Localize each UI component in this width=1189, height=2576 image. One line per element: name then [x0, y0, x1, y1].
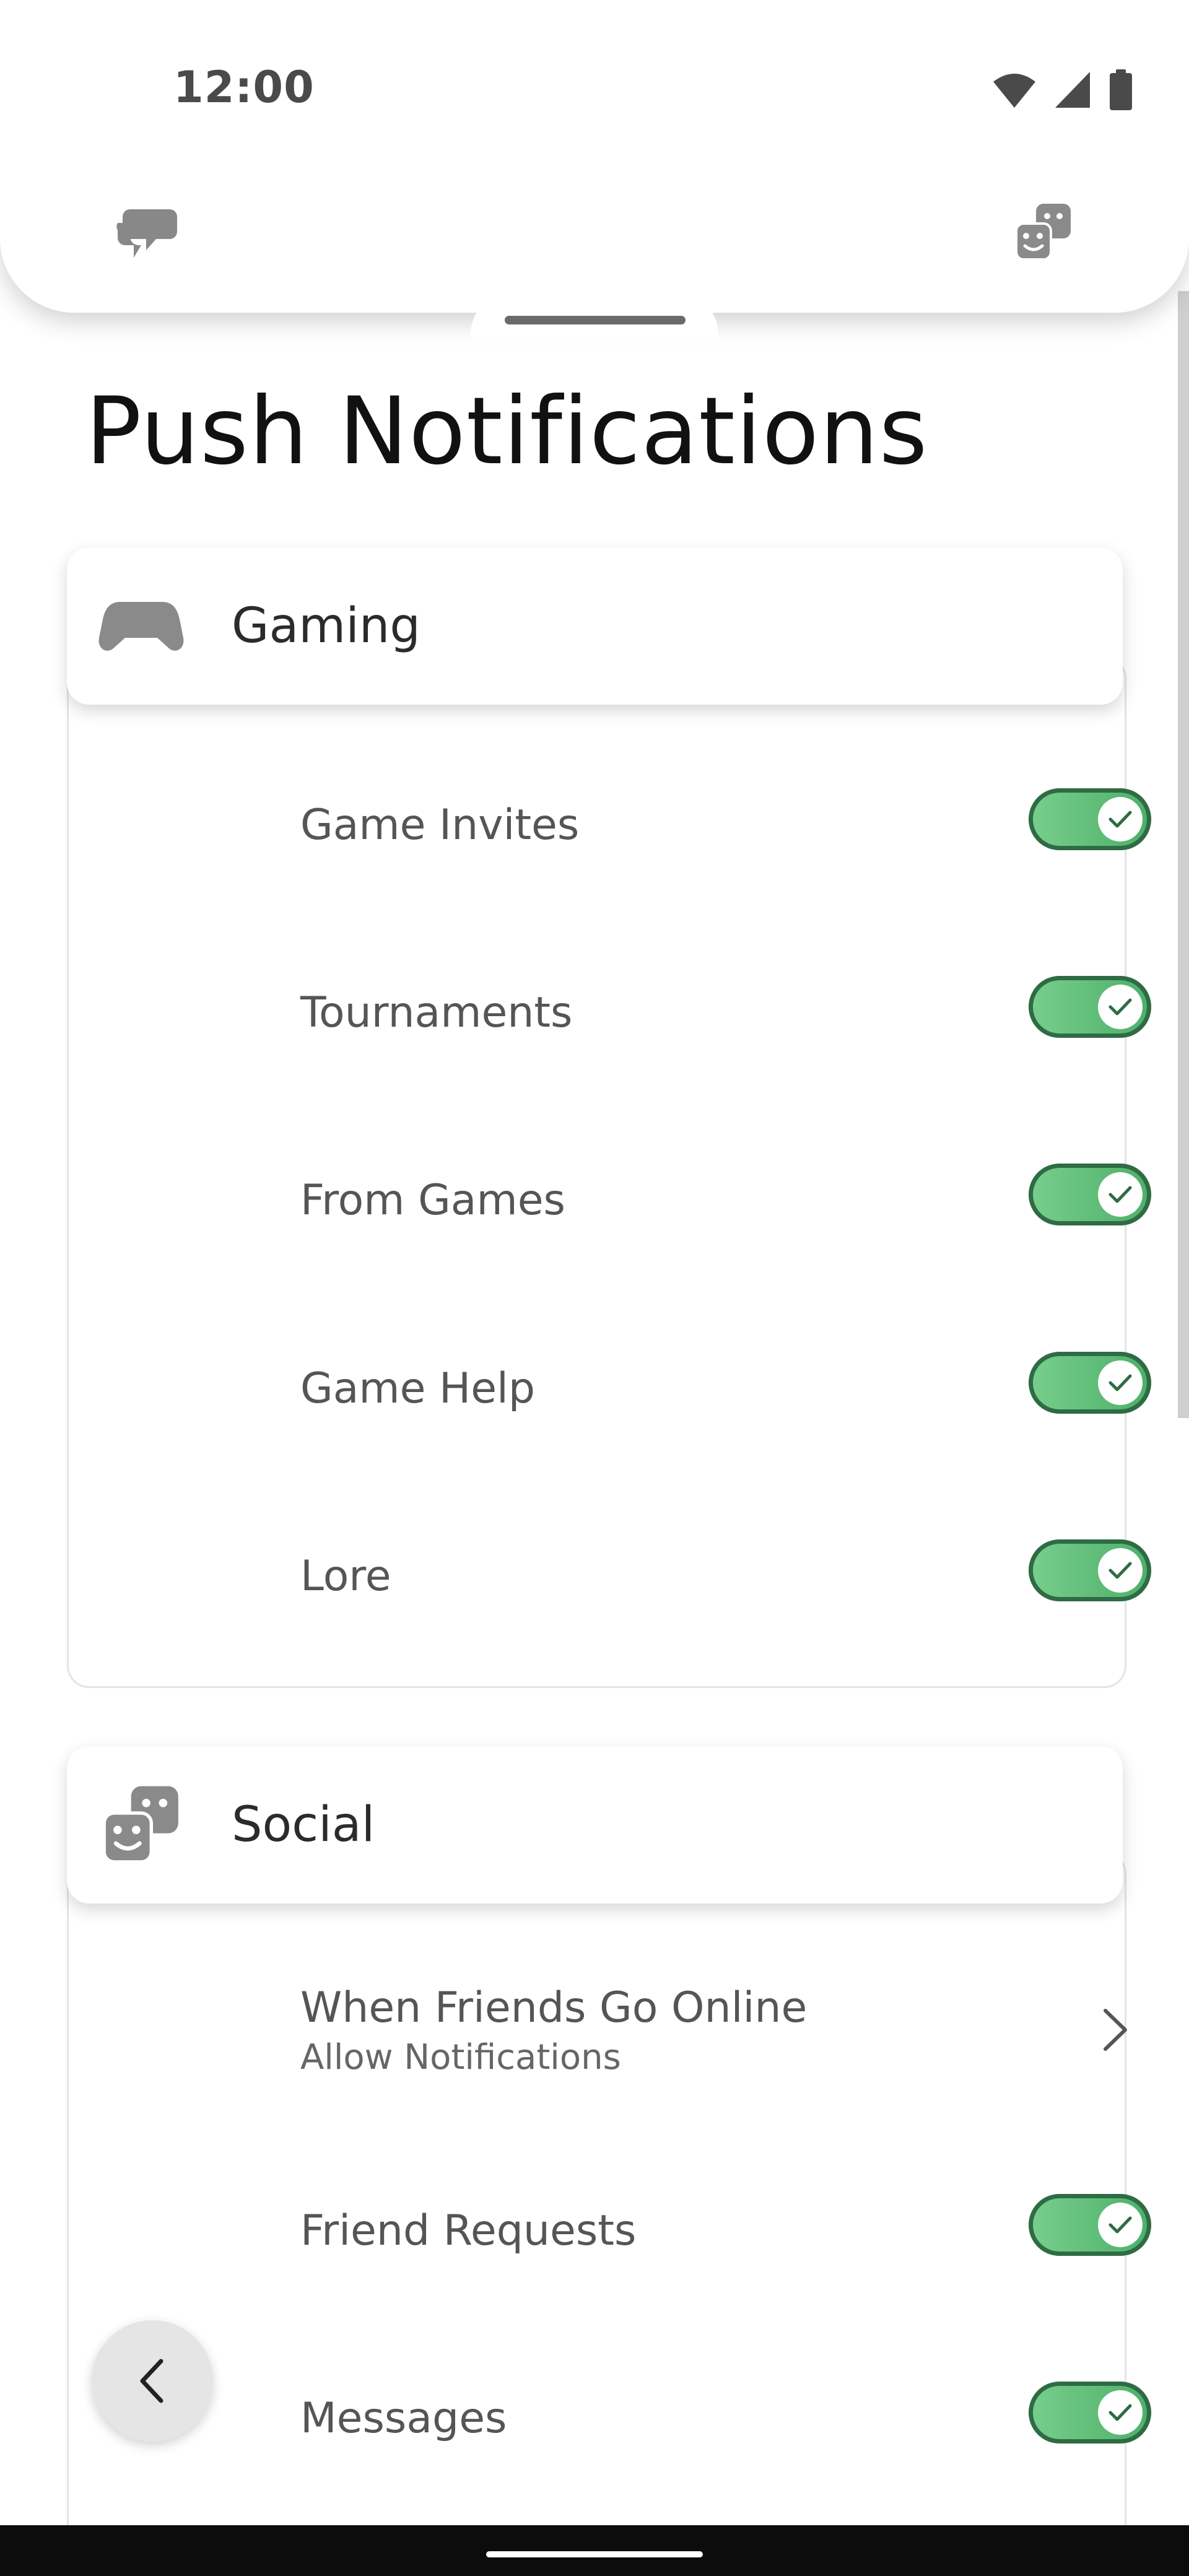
game-invites-label: Game Invites	[300, 801, 580, 850]
lore-label: Lore	[300, 1552, 391, 1601]
game-help-label: Game Help	[300, 1364, 536, 1413]
social-group-title: Social	[232, 1797, 375, 1853]
status-time: 12:00	[173, 62, 315, 113]
back-button[interactable]	[92, 2320, 213, 2442]
tournaments-toggle[interactable]	[1029, 976, 1151, 1038]
toggle-knob	[1098, 985, 1143, 1029]
check-icon	[1108, 998, 1132, 1016]
game-help-toggle[interactable]	[1029, 1352, 1151, 1414]
chevron-right-icon	[1104, 2009, 1127, 2051]
page-title: Push Notifications	[85, 378, 928, 485]
friends-online-label[interactable]: When Friends Go Online	[300, 1983, 807, 2033]
toggle-knob	[1098, 2390, 1143, 2435]
toggle-knob	[1098, 1360, 1143, 1405]
toggle-knob	[1098, 1172, 1143, 1217]
social-group-header[interactable]: Social	[67, 1746, 1123, 1904]
status-icons	[992, 65, 1133, 115]
toggle-knob	[1098, 797, 1143, 842]
from-games-label: From Games	[300, 1176, 565, 1225]
gamepad-icon	[98, 602, 184, 651]
chat-bubbles-icon	[116, 209, 177, 258]
gaming-group-title: Gaming	[232, 598, 420, 654]
toggle-knob	[1098, 1548, 1143, 1593]
messages-toggle[interactable]	[1029, 2382, 1151, 2443]
social-icon-wrap	[98, 1786, 185, 1864]
social-masks-icon	[102, 1786, 178, 1864]
game-invites-toggle[interactable]	[1029, 788, 1151, 850]
home-gesture-pill[interactable]	[486, 2551, 703, 2557]
gamepad-icon-wrap	[98, 589, 185, 663]
check-icon	[1108, 1374, 1132, 1391]
scrollbar[interactable]	[1178, 291, 1189, 1418]
check-icon	[1108, 2216, 1132, 2234]
check-icon	[1108, 811, 1132, 828]
friends-online-subtitle: Allow Notifications	[300, 2037, 621, 2078]
social-settings-group: When Friends Go Online Allow Notificatio…	[67, 1852, 1151, 2576]
social-masks-icon	[1015, 204, 1071, 261]
check-icon	[1108, 1186, 1132, 1203]
wifi-icon	[993, 74, 1035, 108]
messages-nav-button[interactable]	[108, 195, 183, 269]
friend-requests-toggle[interactable]	[1029, 2194, 1151, 2256]
messages-label: Messages	[300, 2394, 507, 2443]
sheet-drag-handle[interactable]	[505, 316, 686, 324]
top-navigation-sheet: 12:00	[0, 0, 1189, 313]
gaming-group-header[interactable]: Gaming	[67, 547, 1123, 705]
tournaments-label: Tournaments	[300, 988, 573, 1037]
chevron-left-icon	[140, 2359, 163, 2403]
gaming-settings-group: Game Invites Tournaments From Games Game…	[67, 656, 1151, 1688]
check-icon	[1108, 2404, 1132, 2421]
from-games-toggle[interactable]	[1029, 1164, 1151, 1225]
cell-signal-icon	[1055, 72, 1090, 108]
social-nav-button[interactable]	[1006, 195, 1081, 269]
friends-online-chevron[interactable]	[1094, 1999, 1137, 2061]
system-navigation-bar	[0, 2525, 1189, 2576]
check-icon	[1108, 1562, 1132, 1579]
friend-requests-label: Friend Requests	[300, 2206, 637, 2255]
battery-icon	[1110, 69, 1132, 110]
toggle-knob	[1098, 2203, 1143, 2247]
push-notifications-screen: 12:00 Push Notifications Game Invites To…	[0, 0, 1189, 2576]
lore-toggle[interactable]	[1029, 1539, 1151, 1601]
